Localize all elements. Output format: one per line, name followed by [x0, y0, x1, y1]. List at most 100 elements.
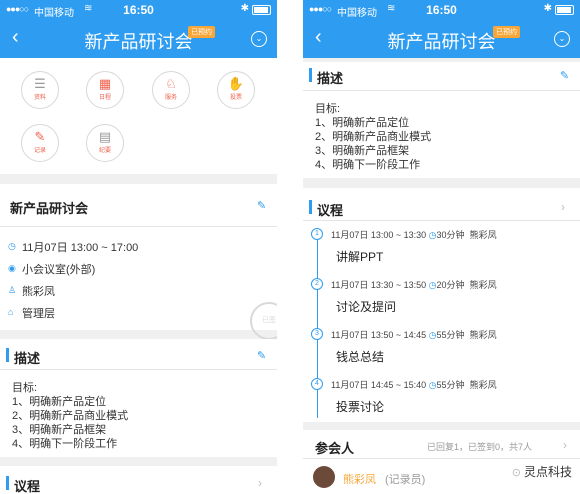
agenda-item[interactable]: 2 11月07日 13:30 ~ 13:50 ◷20分钟 熊彩凤 讨论及提问 [303, 278, 580, 328]
description-line: 4、明确下一阶段工作 [12, 438, 118, 450]
edit-icon[interactable]: ✎ [257, 199, 266, 212]
agenda-meta: 11月07日 14:45 ~ 15:40 ◷55分钟 熊彩凤 [331, 378, 497, 391]
timer-icon: ◷ [428, 280, 437, 290]
agenda-section-header[interactable]: 议程 › [0, 466, 277, 494]
agenda-person: 熊彩凤 [469, 230, 497, 240]
participant-role: (记录员) [385, 474, 426, 486]
participant-name[interactable]: 熊彩凤 [343, 471, 376, 487]
agenda-meta: 11月07日 13:50 ~ 14:45 ◷55分钟 熊彩凤 [331, 328, 497, 341]
meeting-room: 小会议室(外部) [22, 264, 96, 276]
function-button-vote[interactable]: ✋ 投票 [217, 71, 255, 109]
agenda-item[interactable]: 3 11月07日 13:50 ~ 14:45 ◷55分钟 熊彩凤 钱总总结 [303, 328, 580, 378]
status-badge: 已预约 [493, 26, 520, 38]
nav-bar: ‹ 新产品研讨会 已预约 ⌄ [0, 20, 277, 58]
divider [0, 369, 277, 370]
description-line: 4、明确下一阶段工作 [315, 159, 421, 171]
agenda-time: 11月07日 13:00 ~ 13:30 [331, 230, 427, 240]
watermark-text: 灵点科技 [523, 465, 572, 479]
section-bar [6, 348, 9, 362]
function-button-record[interactable]: ✎ 记录 [21, 124, 59, 162]
meeting-host: 熊彩凤 [22, 286, 55, 298]
vote-hand-icon: ✋ [227, 76, 245, 91]
avatar[interactable] [313, 466, 335, 488]
agenda-topic: 钱总总结 [336, 350, 385, 364]
divider [303, 90, 580, 91]
calendar-icon: ▦ [98, 76, 112, 91]
edit-icon[interactable]: ✎ [560, 69, 569, 82]
description-section: 描述 ✎ 目标: 1、明确新产品定位 2、明确新产品商业模式 3、明确新产品框架… [0, 339, 277, 457]
person-icon: ♙ [8, 285, 17, 295]
clock-icon: ◷ [8, 241, 16, 251]
meeting-time: 11月07日 13:00 ~ 17:00 [22, 242, 139, 254]
nav-bar: ‹ 新产品研讨会 已预约 ⌄ [303, 20, 580, 58]
signed-stamp: 已签 [250, 302, 277, 340]
chevron-right-icon[interactable]: › [561, 200, 565, 214]
chevron-right-icon[interactable]: › [563, 438, 567, 452]
chevron-right-icon[interactable]: › [258, 476, 262, 490]
agenda-topic: 讨论及提问 [336, 300, 397, 314]
edit-record-icon: ✎ [34, 129, 46, 144]
status-bar: ●●●○○ 中国移动 ≋ 16:50 ✱ [303, 0, 580, 20]
agenda-duration: 20分钟 [436, 280, 465, 290]
agenda-duration: 55分钟 [436, 380, 465, 390]
section-bar [6, 476, 9, 490]
function-button-schedule[interactable]: ▦ 日程 [86, 71, 124, 109]
participants-section: 参会人 已回复1，已签到0，共7人 › 熊彩凤 (记录员) [303, 430, 580, 494]
agenda-number: 1 [311, 228, 323, 240]
agenda-time: 11月07日 13:30 ~ 13:50 [331, 280, 427, 290]
left-phone-screen: ●●●○○ 中国移动 ≋ 16:50 ✱ ‹ 新产品研讨会 已预约 ⌄ ☰ 资料… [0, 0, 277, 494]
function-label: 纪要 [98, 148, 111, 154]
chevron-down-icon[interactable]: ⌄ [251, 31, 267, 47]
agenda-duration: 55分钟 [436, 330, 465, 340]
function-label: 日程 [98, 95, 111, 101]
function-icons-panel: ☰ 资料 ▦ 日程 ♘ 服务 ✋ 投票 ✎ 记录 ▤ 纪要 [0, 58, 277, 174]
agenda-heading: 议程 [14, 479, 41, 494]
function-button-minutes[interactable]: ▤ 纪要 [86, 124, 124, 162]
status-bar: ●●●○○ 中国移动 ≋ 16:50 ✱ [0, 0, 277, 20]
chevron-down-icon[interactable]: ⌄ [554, 31, 570, 47]
agenda-topic: 讲解PPT [336, 250, 384, 264]
document-icon: ☰ [34, 76, 46, 91]
participants-heading: 参会人 [315, 441, 355, 456]
divider [303, 220, 580, 221]
meeting-title: 新产品研讨会 [10, 201, 89, 216]
meeting-group: 管理层 [22, 308, 55, 320]
location-icon: ◉ [8, 263, 16, 273]
function-label: 资料 [33, 95, 46, 101]
status-time: 16:50 [123, 3, 154, 17]
watermark: ⊙ 灵点科技 [512, 463, 572, 480]
timer-icon: ◷ [428, 380, 437, 390]
agenda-person: 熊彩凤 [469, 380, 497, 390]
battery-icon [555, 5, 574, 15]
battery-icon [252, 5, 271, 15]
agenda-meta: 11月07日 13:00 ~ 13:30 ◷30分钟 熊彩凤 [331, 228, 497, 241]
function-label: 投票 [229, 95, 242, 101]
section-bar [309, 200, 312, 214]
divider [0, 226, 277, 227]
agenda-duration: 30分钟 [436, 230, 465, 240]
bluetooth-icon: ✱ [240, 3, 249, 14]
agenda-person: 熊彩凤 [469, 280, 497, 290]
description-section: 描述 ✎ 目标: 1、明确新产品定位 2、明确新产品商业模式 3、明确新产品框架… [303, 62, 580, 178]
function-button-service[interactable]: ♘ 服务 [152, 71, 190, 109]
agenda-time: 11月07日 13:50 ~ 14:45 [331, 330, 427, 340]
agenda-item[interactable]: 4 11月07日 14:45 ~ 15:40 ◷55分钟 熊彩凤 投票讨论 [303, 378, 580, 428]
agenda-number: 4 [311, 378, 323, 390]
bluetooth-icon: ✱ [543, 3, 552, 14]
agenda-topic: 投票讨论 [336, 400, 385, 414]
group-icon: ⌂ [8, 307, 14, 317]
agenda-meta: 11月07日 13:30 ~ 13:50 ◷20分钟 熊彩凤 [331, 278, 497, 291]
edit-icon[interactable]: ✎ [257, 349, 266, 362]
page-title: 新产品研讨会 [387, 32, 496, 52]
agenda-time: 11月07日 14:45 ~ 15:40 [331, 380, 427, 390]
agenda-number: 3 [311, 328, 323, 340]
minutes-icon: ▤ [98, 129, 112, 144]
service-icon: ♘ [165, 76, 177, 91]
agenda-person: 熊彩凤 [469, 330, 497, 340]
wechat-logo-icon: ⊙ [511, 467, 521, 479]
function-button-docs[interactable]: ☰ 资料 [21, 71, 59, 109]
agenda-item[interactable]: 1 11月07日 13:00 ~ 13:30 ◷30分钟 熊彩凤 讲解PPT [303, 228, 580, 278]
function-label: 记录 [33, 148, 46, 154]
status-badge: 已预约 [188, 26, 215, 38]
agenda-number: 2 [311, 278, 323, 290]
